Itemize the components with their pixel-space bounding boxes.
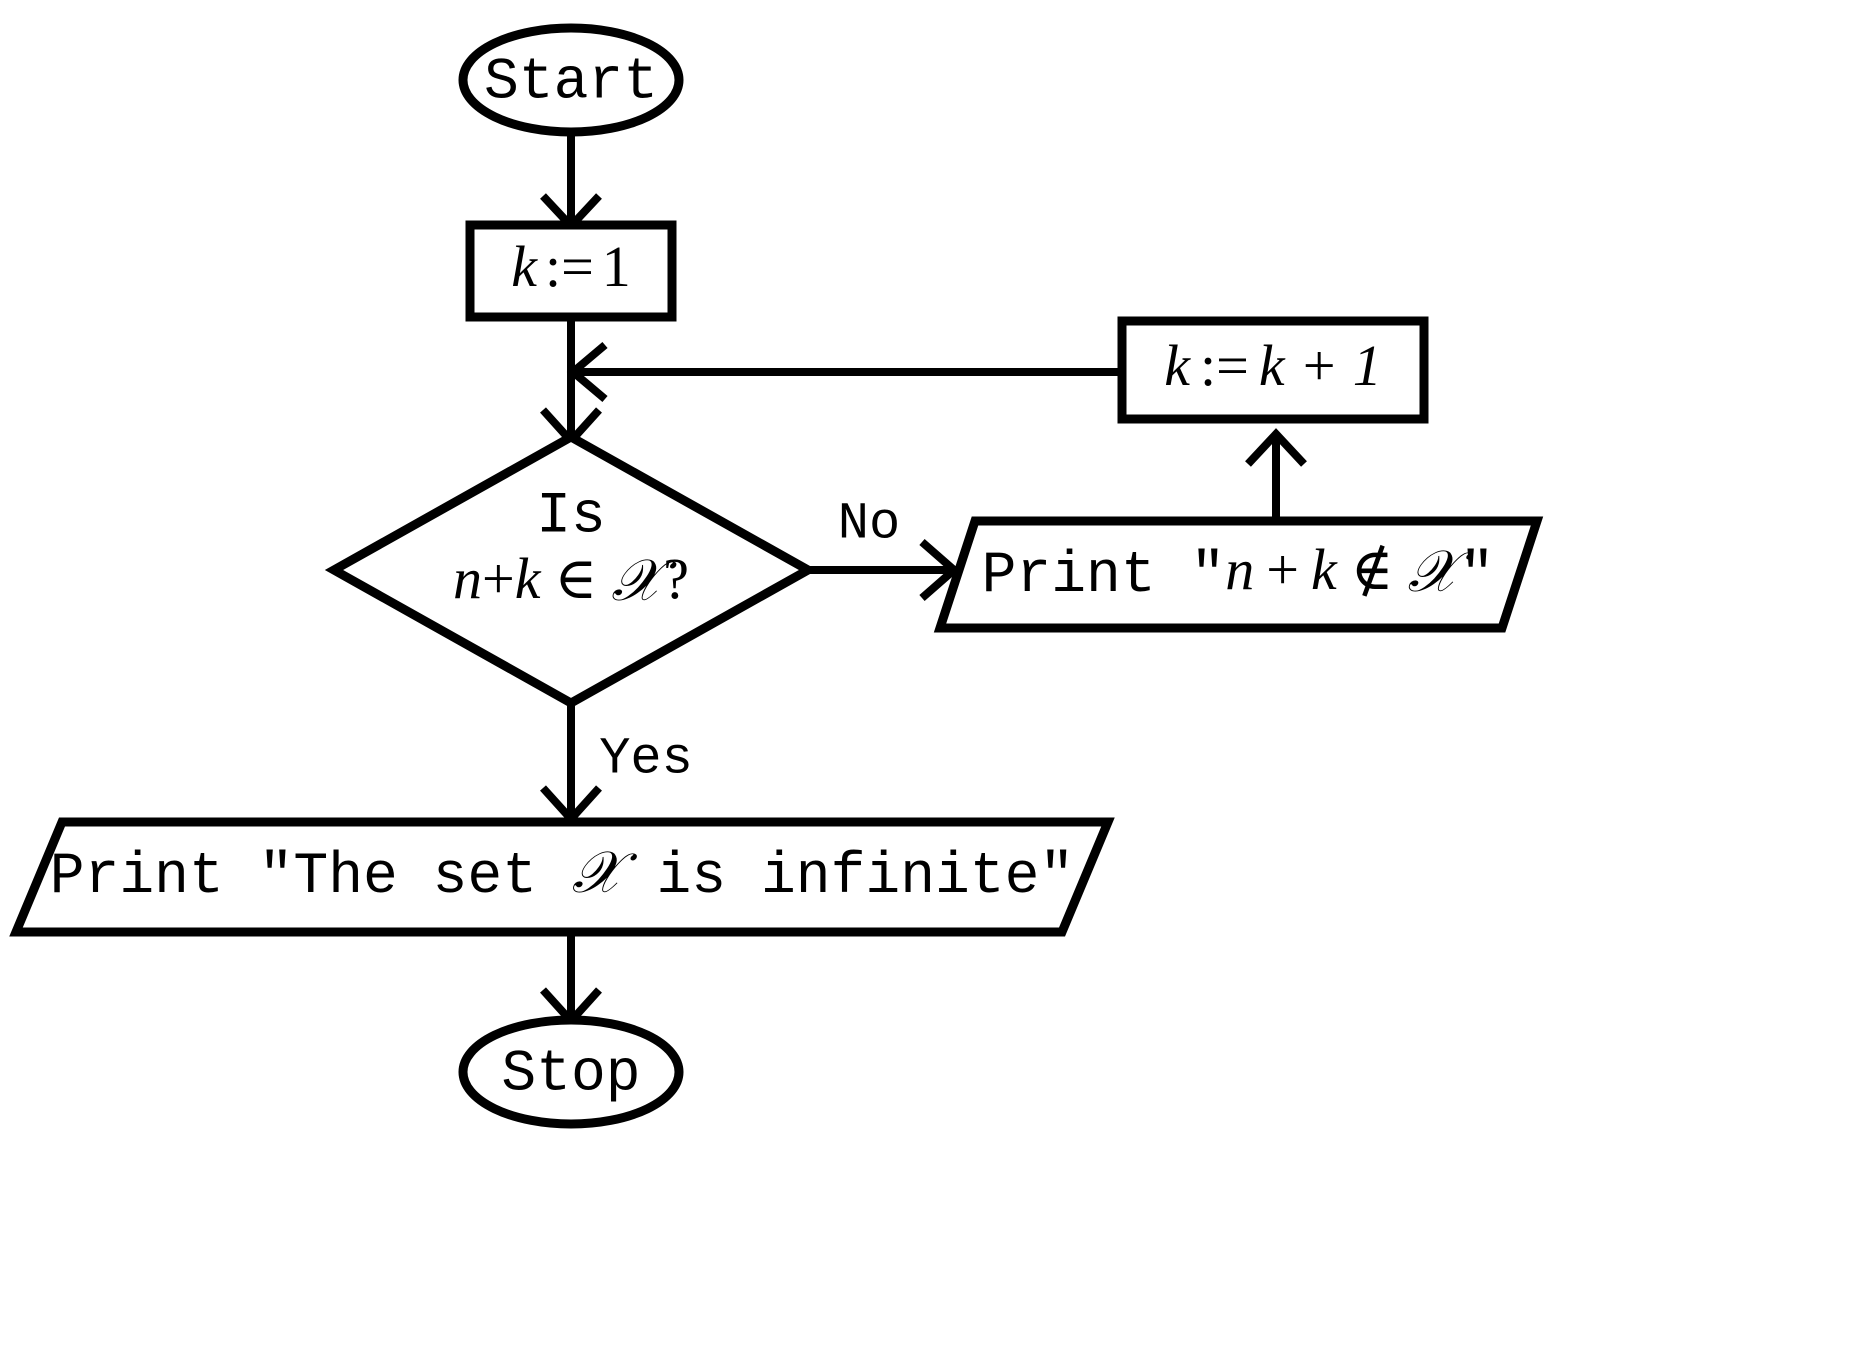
print-no-quote-open: ": [1190, 544, 1225, 609]
increment-var: k: [1164, 333, 1191, 398]
edge-print-no-to-increment: [1245, 428, 1307, 524]
increment-rhs: k + 1: [1259, 333, 1382, 398]
edge-label-no: No: [838, 495, 900, 554]
decision-question: ?: [663, 546, 689, 611]
node-decision-label-line2: n+k ∈ 𝒳?: [453, 546, 689, 614]
edge-increment-to-decision: [566, 341, 1124, 403]
print-no-k: k: [1311, 537, 1338, 602]
edge-print-yes-to-stop: [540, 930, 602, 1027]
print-yes-prefix: Print "The set: [50, 845, 572, 910]
node-init-label: k:= 1: [511, 234, 631, 299]
edge-decision-to-print-yes: [540, 700, 602, 825]
edge-start-to-init: [540, 128, 602, 232]
flowchart-svg: Start k:= 1 k:= k + 1 Is n+k ∈ 𝒳? No Yes Pri…: [9, 23, 1544, 1129]
decision-k: k: [515, 546, 542, 611]
print-yes-suffix: is infinite": [622, 845, 1074, 910]
init-value: 1: [602, 234, 631, 299]
node-print-no-label: Print "n + k ∉ 𝒳": [982, 537, 1495, 609]
print-no-n: n: [1225, 537, 1254, 602]
print-no-prefix: Print: [982, 544, 1191, 609]
edge-label-yes: Yes: [599, 730, 693, 789]
edge-init-to-decision: [540, 316, 602, 447]
decision-plus: +: [482, 546, 515, 611]
decision-n: n: [453, 546, 482, 611]
init-op: :=: [545, 234, 594, 299]
node-stop-label: Stop: [501, 1042, 640, 1107]
print-no-notin-symbol: ∉: [1351, 537, 1394, 602]
node-decision-label-line1: Is: [536, 484, 606, 549]
increment-op: :=: [1200, 333, 1249, 398]
flowchart-canvas: Start k:= 1 k:= k + 1 Is n+k ∈ 𝒳? No Yes Pri…: [0, 0, 1850, 1361]
decision-in-symbol: ∈: [554, 546, 597, 611]
print-no-plus: +: [1266, 537, 1299, 602]
init-var: k: [511, 234, 538, 299]
print-no-quote-close: ": [1460, 544, 1495, 609]
node-print-yes-label: Print "The set 𝒳 is infinite": [50, 838, 1074, 910]
node-start-label: Start: [484, 50, 658, 115]
